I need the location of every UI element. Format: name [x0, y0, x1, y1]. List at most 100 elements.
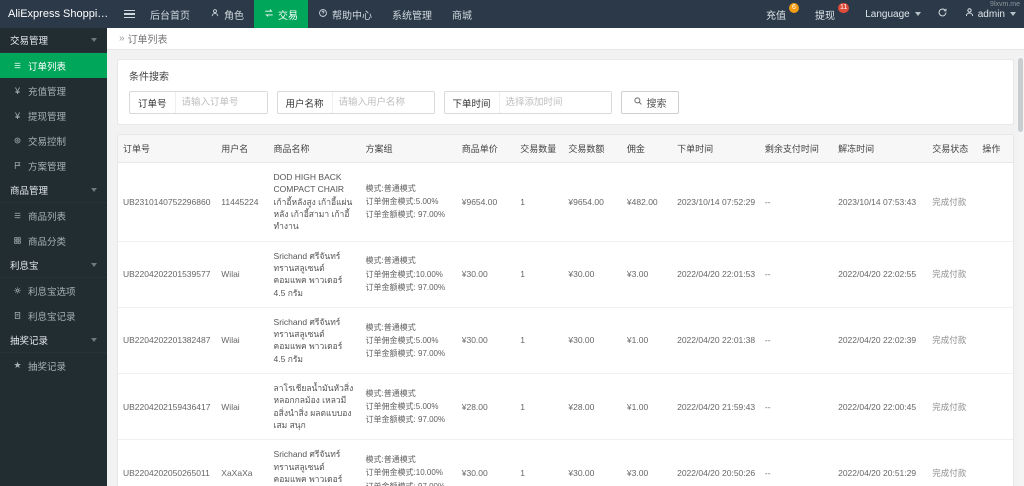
language-dropdown[interactable]: Language — [857, 0, 929, 28]
cell-action — [977, 307, 1013, 375]
sidebar-item-interest-options[interactable]: 利息宝选项 — [0, 278, 107, 303]
sidebar-item-product-category[interactable]: 商品分类 — [0, 228, 107, 253]
search-button[interactable]: 搜索 — [620, 91, 679, 114]
cell-order-time: 2022/04/20 22:01:53 — [672, 241, 760, 308]
cell-scheme: 模式:普通模式 订单佣金模式:10.00% 订单金额模式: 97.00% — [360, 439, 457, 486]
orders-data-table: 订单号 用户名 商品名称 方案组 商品单价 交易数量 交易数额 佣金 下单时间 … — [118, 135, 1013, 486]
admin-label: admin — [977, 8, 1005, 20]
language-label: Language — [865, 8, 910, 20]
cell-amount: ¥30.00 — [563, 439, 622, 486]
cell-action — [977, 439, 1013, 486]
menu-item-help[interactable]: 帮助中心 — [308, 0, 382, 28]
menu-item-system[interactable]: 系统管理 — [382, 0, 442, 28]
document-icon — [12, 311, 23, 320]
item-label: 交易控制 — [28, 136, 67, 148]
cell-commission: ¥1.00 — [621, 307, 673, 375]
item-label: 抽奖记录 — [28, 361, 67, 373]
cell-order-time: 2022/04/20 21:59:43 — [672, 373, 760, 441]
cell-remaining: -- — [759, 439, 834, 486]
sidebar-item-trade-control[interactable]: 交易控制 — [0, 128, 107, 153]
cell-amount: ¥30.00 — [563, 241, 622, 308]
cell-order-time: 2023/10/14 07:52:29 — [672, 162, 760, 242]
star-icon: ★ — [13, 360, 22, 370]
menu-item-mall[interactable]: 商城 — [442, 0, 482, 28]
sidebar-item-product-list[interactable]: 商品列表 — [0, 203, 107, 228]
cell-username: XaXaXa — [216, 439, 269, 486]
sidebar-item-interest-records[interactable]: 利息宝记录 — [0, 303, 107, 328]
col-unit-price: 商品单价 — [456, 135, 516, 163]
admin-dropdown[interactable]: admin — [956, 0, 1024, 28]
sidebar-group-trade[interactable]: 交易管理 — [0, 28, 107, 53]
item-label: 充值管理 — [28, 86, 67, 98]
menu-item-trade[interactable]: 交易 — [254, 0, 308, 28]
sidebar-item-plan-mgmt[interactable]: 方案管理 — [0, 153, 107, 178]
sidebar-group-products[interactable]: 商品管理 — [0, 178, 107, 203]
cell-username: Wilai — [216, 241, 269, 308]
cell-amount: ¥28.00 — [563, 373, 622, 441]
chevron-down-icon — [91, 263, 97, 267]
col-commission: 佣金 — [621, 135, 673, 163]
sidebar-item-recharge-mgmt[interactable]: ¥ 充值管理 — [0, 78, 107, 103]
col-qty: 交易数量 — [515, 135, 564, 163]
username-input[interactable] — [331, 92, 434, 113]
col-product-name: 商品名称 — [268, 135, 361, 163]
table-row: UB2204202201539577 Wilai Srichand ศรีจันทร… — [118, 241, 1013, 308]
refresh-button[interactable] — [929, 0, 956, 28]
col-unfreeze-time: 解冻时间 — [833, 135, 928, 163]
username-label: 用户名称 — [285, 98, 324, 110]
withdraw-label: 提现 — [814, 10, 835, 22]
cell-order-no: UB2204202050265011 — [118, 439, 217, 486]
recharge-link[interactable]: 充值 6 — [758, 0, 807, 28]
sidebar-item-order-list[interactable]: 订单列表 — [0, 53, 107, 78]
cell-qty: 1 — [515, 373, 564, 441]
sidebar-group-interest[interactable]: 利息宝 — [0, 253, 107, 278]
table-header-row: 订单号 用户名 商品名称 方案组 商品单价 交易数量 交易数额 佣金 下单时间 … — [118, 135, 1013, 163]
help-icon — [318, 8, 328, 21]
table-row: UB2204202159436417 Wilai ลาโรเชียลน้ำมันหั… — [118, 373, 1013, 441]
cell-status: 完成付款 — [927, 439, 978, 486]
cell-status: 完成付款 — [927, 307, 978, 375]
cell-product: Srichand ศรีจันทร์ ทรานสลูเซนต์ คอมแพค พ… — [268, 241, 361, 308]
cell-product: Srichand ศรีจันทร์ ทรานสลูเซนต์ คอมแพค พ… — [268, 307, 361, 375]
order-time-label: 下单时间 — [452, 98, 491, 110]
app-brand: AliExpress Shopping... — [8, 8, 118, 20]
cell-status: 完成付款 — [927, 241, 978, 308]
order-no-group: 订单号 — [129, 91, 268, 114]
main-content: » 订单列表 条件搜索 订单号 用户名称 下单时间 — [107, 28, 1024, 486]
item-label: 商品列表 — [28, 211, 67, 223]
scrollbar[interactable] — [1017, 56, 1024, 486]
cell-remaining: -- — [759, 373, 834, 441]
col-amount: 交易数额 — [563, 135, 622, 163]
navbar-right: 充值 6 提现 11 Language admin 9lxvm.me — [758, 0, 1024, 28]
menu-item-dashboard[interactable]: 后台首页 — [140, 0, 200, 28]
sidebar-toggle-icon[interactable] — [118, 0, 140, 28]
sidebar-item-withdraw-mgmt[interactable]: ¥ 提现管理 — [0, 103, 107, 128]
cell-action — [977, 162, 1013, 242]
withdraw-link[interactable]: 提现 11 — [807, 0, 857, 28]
order-time-input[interactable] — [498, 92, 611, 113]
order-no-label: 订单号 — [138, 98, 167, 110]
cell-status: 完成付款 — [927, 373, 978, 441]
cell-order-no: UB2204202201382487 — [118, 307, 217, 375]
menu-label: 帮助中心 — [332, 10, 372, 22]
menu-label: 交易 — [278, 10, 298, 22]
sidebar-group-lottery[interactable]: 抽奖记录 — [0, 328, 107, 353]
col-status: 交易状态 — [927, 135, 978, 163]
cell-action — [977, 373, 1013, 441]
cell-remaining: -- — [759, 241, 834, 308]
menu-label: 后台首页 — [150, 10, 190, 22]
flag-icon — [12, 161, 23, 170]
scrollbar-thumb[interactable] — [1018, 58, 1023, 132]
item-label: 利息宝选项 — [28, 286, 76, 298]
order-no-input[interactable] — [174, 92, 267, 113]
order-table-body: UB2310140752296860 11445224 DOD HIGH BACK … — [118, 162, 1013, 486]
breadcrumb-page: 订单列表 — [127, 35, 168, 46]
search-panel: 条件搜索 订单号 用户名称 下单时间 搜索 — [117, 59, 1014, 125]
yen-icon: ¥ — [14, 85, 20, 96]
menu-item-roles[interactable]: 角色 — [200, 0, 254, 28]
top-navbar: AliExpress Shopping... 后台首页 角色 交易 帮助中心 系… — [0, 0, 1024, 28]
group-label: 利息宝 — [10, 261, 39, 272]
sidebar-item-lottery-records[interactable]: ★ 抽奖记录 — [0, 353, 107, 378]
cell-username: 11445224 — [216, 162, 269, 242]
yen-icon: ¥ — [14, 110, 20, 121]
